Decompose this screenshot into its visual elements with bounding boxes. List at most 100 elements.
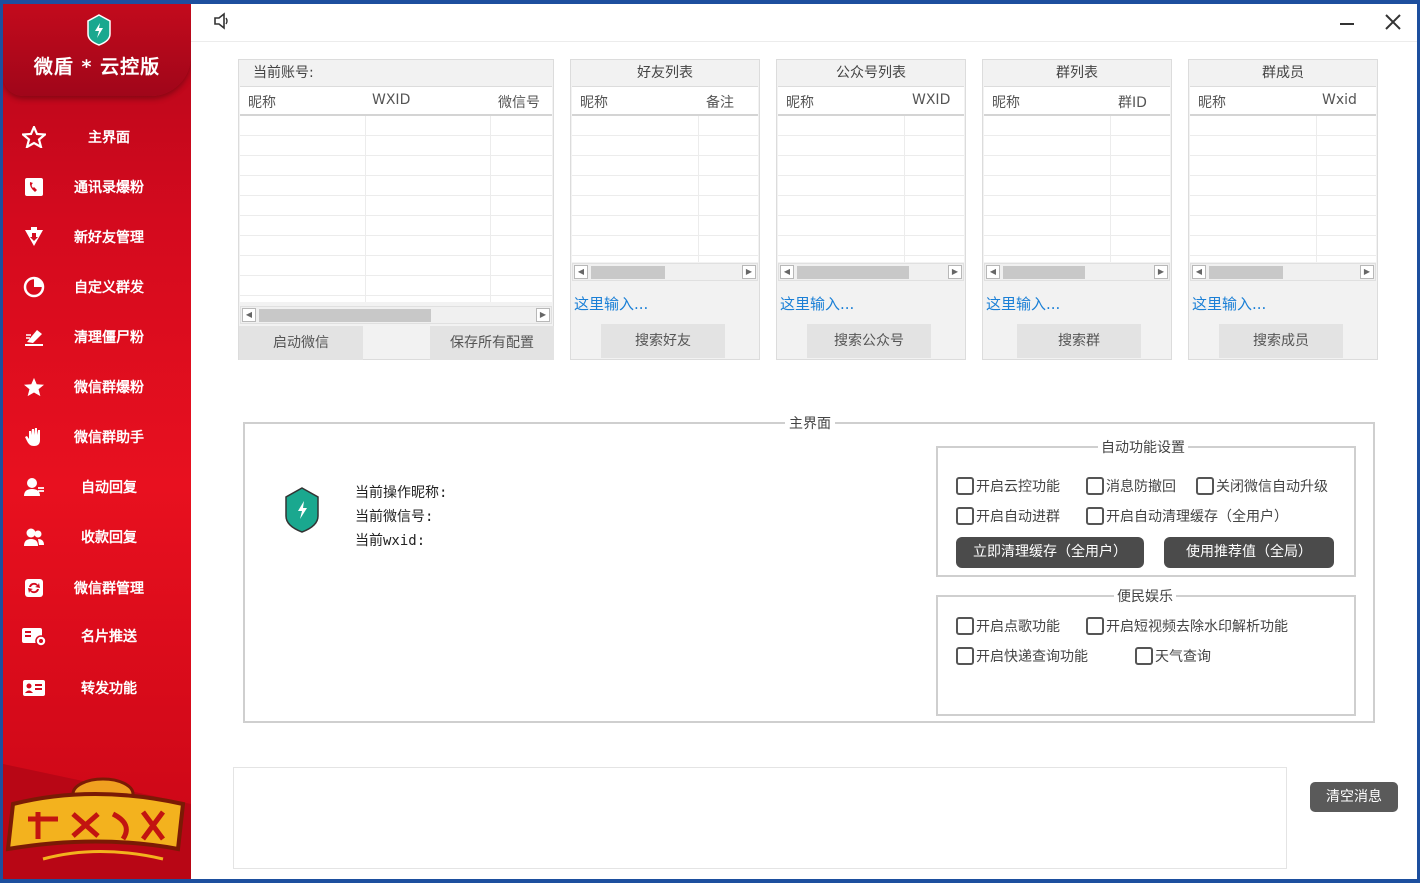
card-icon (21, 624, 47, 648)
accounts-panel: 当前账号: 昵称 WXID 微信号 ◀ ▶ 启动微信 保存所有配置 (238, 59, 554, 360)
shield-logo-icon (87, 14, 111, 46)
table-body (778, 116, 964, 262)
disable-auto-upgrade-checkbox[interactable]: 关闭微信自动升级 (1196, 476, 1328, 496)
main-area: 当前账号: 昵称 WXID 微信号 ◀ ▶ 启动微信 保存所有配置 好友列表 昵… (191, 4, 1417, 879)
scroll-thumb[interactable] (797, 266, 909, 279)
column-header[interactable]: 备注 (706, 92, 734, 112)
title-bar (191, 4, 1417, 42)
scroll-thumb[interactable] (1003, 266, 1085, 279)
friends-search-input[interactable]: 这里输入... (574, 292, 648, 316)
sidebar-item-group-manage[interactable]: 微信群管理 (3, 568, 191, 608)
eraser-icon (21, 325, 47, 349)
clear-cache-button[interactable]: 立即清理缓存（全用户） (956, 537, 1144, 568)
column-header[interactable]: 昵称 (580, 92, 608, 112)
search-members-button[interactable]: 搜索成员 (1219, 324, 1343, 358)
column-header[interactable]: WXID (912, 92, 950, 108)
scroll-right-icon[interactable]: ▶ (742, 265, 756, 279)
scroll-thumb[interactable] (259, 309, 431, 322)
sidebar-item-forward[interactable]: 转发功能 (3, 668, 191, 708)
horizontal-scrollbar[interactable]: ◀ ▶ (240, 306, 552, 324)
sidebar-item-group-fans[interactable]: 微信群爆粉 (3, 367, 191, 407)
official-table[interactable]: 昵称 WXID (778, 86, 964, 262)
anti-recall-checkbox[interactable]: 消息防撤回 (1086, 476, 1176, 496)
column-header[interactable]: 昵称 (786, 92, 814, 112)
search-groups-button[interactable]: 搜索群 (1017, 324, 1141, 358)
members-title: 群成员 (1262, 65, 1304, 81)
sidebar-item-label: 名片推送 (81, 629, 137, 645)
table-body (1190, 116, 1376, 262)
song-request-checkbox[interactable]: 开启点歌功能 (956, 616, 1060, 636)
search-official-button[interactable]: 搜索公众号 (807, 324, 931, 358)
column-header[interactable]: 昵称 (992, 92, 1020, 112)
use-recommended-button[interactable]: 使用推荐值（全局） (1164, 537, 1334, 568)
clear-messages-button[interactable]: 清空消息 (1310, 782, 1398, 812)
start-wechat-button[interactable]: 启动微信 (239, 326, 363, 360)
cloud-control-checkbox[interactable]: 开启云控功能 (956, 476, 1060, 496)
id-card-icon (21, 676, 47, 700)
horizontal-scrollbar[interactable]: ◀ ▶ (778, 263, 964, 281)
auto-settings-title: 自动功能设置 (1098, 437, 1188, 457)
user-icon (21, 475, 47, 499)
table-header: 昵称 Wxid (1190, 87, 1376, 116)
close-button[interactable] (1379, 10, 1407, 36)
app-title: 微盾 * 云控版 (33, 56, 161, 78)
groups-table[interactable]: 昵称 群ID (984, 86, 1170, 262)
horizontal-scrollbar[interactable]: ◀ ▶ (984, 263, 1170, 281)
column-header[interactable]: WXID (372, 92, 410, 108)
speaker-icon[interactable] (213, 12, 231, 30)
table-body (572, 116, 758, 262)
save-config-button[interactable]: 保存所有配置 (430, 326, 554, 360)
auto-clear-cache-checkbox[interactable]: 开启自动清理缓存（全用户） (1086, 506, 1288, 526)
sidebar-item-label: 自动回复 (81, 480, 137, 496)
groups-search-input[interactable]: 这里输入... (986, 292, 1060, 316)
scroll-right-icon[interactable]: ▶ (1154, 265, 1168, 279)
main-groupbox: 主界面 当前操作昵称: 当前微信号: 当前wxid: 自动功能设置 开启云控功能… (243, 413, 1375, 723)
sidebar-item-main[interactable]: 主界面 (3, 117, 191, 157)
horizontal-scrollbar[interactable]: ◀ ▶ (1190, 263, 1376, 281)
sidebar-item-new-friends[interactable]: 新好友管理 (3, 217, 191, 257)
sidebar-item-payment-reply[interactable]: 收款回复 (3, 517, 191, 557)
sidebar-item-clean[interactable]: 清理僵尸粉 (3, 317, 191, 357)
table-header: 昵称 WXID (778, 87, 964, 116)
scroll-right-icon[interactable]: ▶ (1360, 265, 1374, 279)
official-search-input[interactable]: 这里输入... (780, 292, 854, 316)
column-header[interactable]: 昵称 (1198, 92, 1226, 112)
column-header[interactable]: 昵称 (248, 92, 276, 112)
scroll-left-icon[interactable]: ◀ (242, 308, 256, 322)
groups-title: 群列表 (1056, 65, 1098, 81)
message-log-textarea[interactable] (233, 767, 1287, 869)
friends-panel: 好友列表 昵称 备注 ◀ ▶ 这里输入... 搜索好友 (570, 59, 760, 360)
sidebar-item-group-helper[interactable]: 微信群助手 (3, 417, 191, 457)
friends-title: 好友列表 (637, 65, 693, 81)
pie-icon (21, 275, 47, 299)
scroll-thumb[interactable] (1209, 266, 1283, 279)
friends-table[interactable]: 昵称 备注 (572, 86, 758, 262)
column-header[interactable]: Wxid (1322, 92, 1357, 108)
sidebar-item-auto-reply[interactable]: 自动回复 (3, 467, 191, 507)
sidebar-item-label: 清理僵尸粉 (74, 330, 144, 346)
accounts-table[interactable]: 昵称 WXID 微信号 (240, 86, 552, 302)
search-friends-button[interactable]: 搜索好友 (601, 324, 725, 358)
horizontal-scrollbar[interactable]: ◀ ▶ (572, 263, 758, 281)
current-wechat-id-label: 当前微信号: (355, 509, 434, 525)
column-header[interactable]: 群ID (1118, 92, 1147, 112)
scroll-left-icon[interactable]: ◀ (780, 265, 794, 279)
sidebar-item-contacts[interactable]: 通讯录爆粉 (3, 167, 191, 207)
scroll-thumb[interactable] (591, 266, 665, 279)
members-table[interactable]: 昵称 Wxid (1190, 86, 1376, 262)
scroll-left-icon[interactable]: ◀ (1192, 265, 1206, 279)
video-watermark-checkbox[interactable]: 开启短视频去除水印解析功能 (1086, 616, 1288, 636)
scroll-left-icon[interactable]: ◀ (986, 265, 1000, 279)
auto-join-group-checkbox[interactable]: 开启自动进群 (956, 506, 1060, 526)
scroll-left-icon[interactable]: ◀ (574, 265, 588, 279)
column-header[interactable]: 微信号 (498, 92, 540, 112)
groups-panel: 群列表 昵称 群ID ◀ ▶ 这里输入... 搜索群 (982, 59, 1172, 360)
scroll-right-icon[interactable]: ▶ (948, 265, 962, 279)
sidebar-item-broadcast[interactable]: 自定义群发 (3, 267, 191, 307)
members-search-input[interactable]: 这里输入... (1192, 292, 1266, 316)
weather-query-checkbox[interactable]: 天气查询 (1135, 646, 1211, 666)
express-query-checkbox[interactable]: 开启快递查询功能 (956, 646, 1088, 666)
scroll-right-icon[interactable]: ▶ (536, 308, 550, 322)
sidebar-item-card-push[interactable]: 名片推送 (3, 616, 191, 656)
minimize-button[interactable] (1333, 10, 1361, 36)
